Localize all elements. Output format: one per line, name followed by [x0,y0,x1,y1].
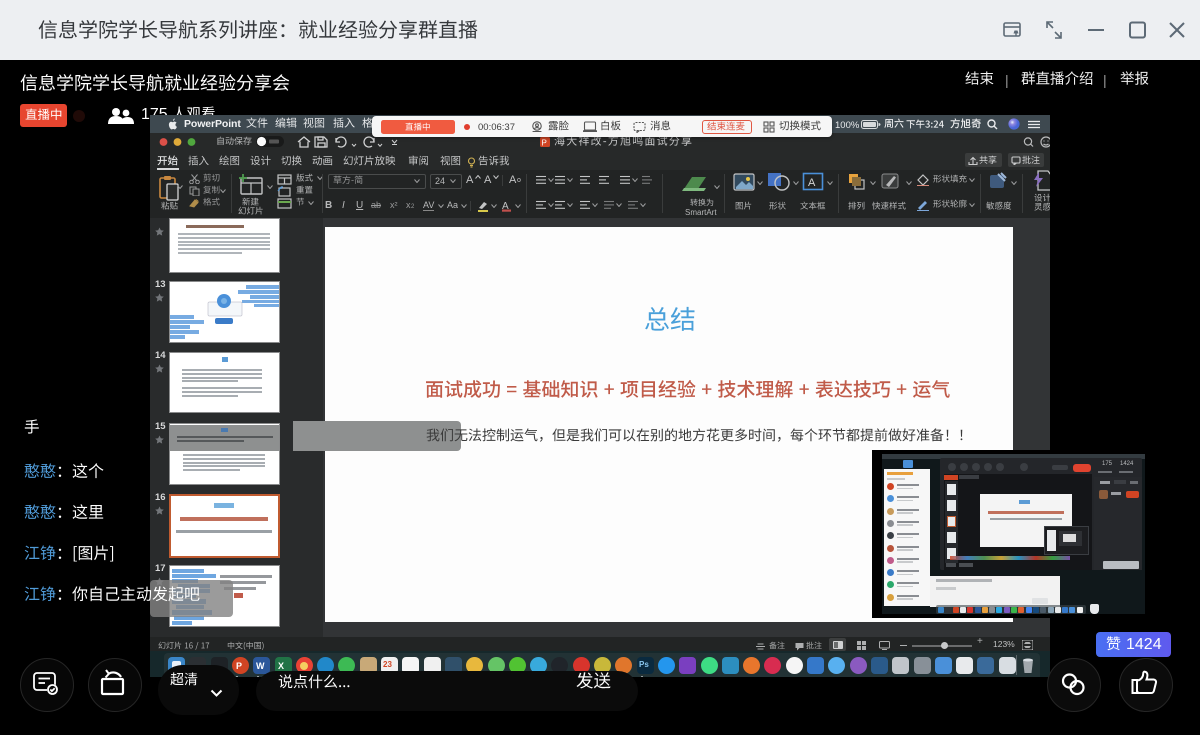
svg-text:P: P [542,139,547,148]
svg-text:A: A [808,177,816,189]
